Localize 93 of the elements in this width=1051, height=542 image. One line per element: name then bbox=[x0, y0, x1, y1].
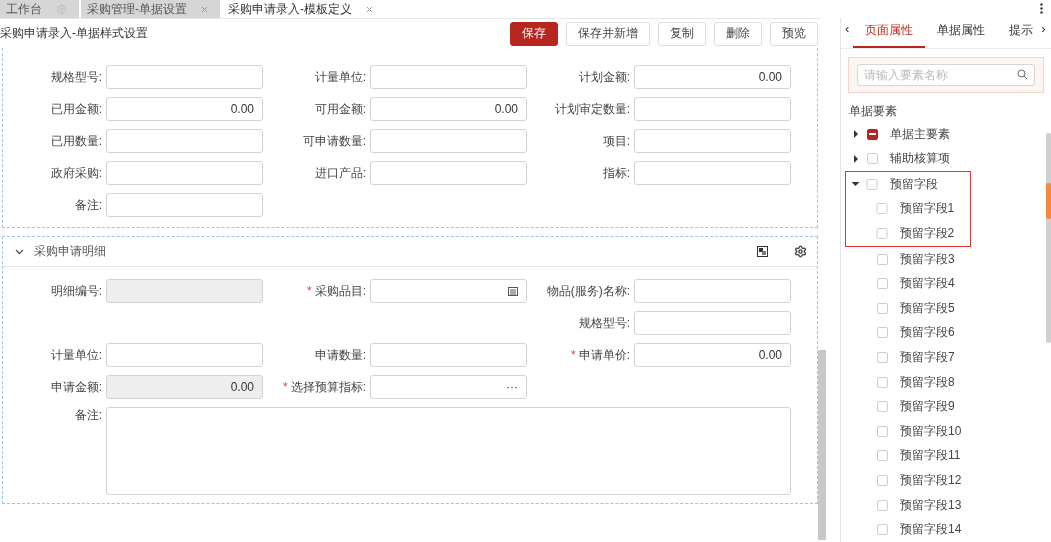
field-label: 已用数量: bbox=[49, 132, 102, 150]
caret-icon[interactable] bbox=[853, 130, 859, 139]
tree-item[interactable]: 预留字段6 bbox=[877, 320, 955, 346]
search-field[interactable]: 请输入要素名称 bbox=[857, 63, 1035, 86]
input-field[interactable] bbox=[106, 65, 263, 89]
tree-item[interactable]: 单据主要素 bbox=[853, 121, 950, 147]
tree-title: 单据要素 bbox=[849, 102, 898, 120]
field-label: 物品(服务)名称: bbox=[545, 282, 630, 300]
textarea-field[interactable] bbox=[106, 407, 791, 495]
input-field[interactable] bbox=[106, 161, 263, 185]
input-field[interactable] bbox=[634, 161, 791, 185]
toolbar-button[interactable]: 预览 bbox=[770, 21, 818, 46]
panel-tab[interactable]: 提示 bbox=[997, 21, 1034, 48]
tab[interactable]: 采购管理-单据设置 bbox=[81, 0, 222, 18]
field-label: 计划金额: bbox=[577, 68, 630, 86]
field-label: * 采购品目: bbox=[306, 282, 366, 300]
input-field[interactable] bbox=[106, 343, 263, 367]
checkbox[interactable] bbox=[867, 128, 878, 140]
panel-tab[interactable]: 页面属性 bbox=[853, 21, 926, 48]
input-field[interactable]: 0.00 bbox=[106, 97, 263, 121]
field-label: 进口产品: bbox=[313, 164, 366, 182]
tree-item[interactable]: 预留字段9 bbox=[877, 394, 955, 420]
input-field[interactable]: 0.00 bbox=[634, 65, 791, 89]
input-field[interactable] bbox=[370, 161, 527, 185]
field-label: 规格型号: bbox=[577, 314, 630, 332]
page-title: 采购申请录入-单据样式设置 bbox=[0, 25, 148, 42]
tree-item[interactable]: 预留字段12 bbox=[877, 468, 962, 493]
field-label: 计量单位: bbox=[49, 346, 102, 364]
tab[interactable]: 工作台 bbox=[0, 0, 81, 18]
input-field[interactable]: 0.00 bbox=[370, 97, 527, 121]
close-icon[interactable] bbox=[201, 5, 208, 13]
tree-item[interactable]: 预留字段10 bbox=[877, 419, 962, 444]
tree-item[interactable]: 预留字段 bbox=[852, 172, 938, 197]
tree-item[interactable]: 预留字段7 bbox=[877, 345, 955, 370]
input-field[interactable] bbox=[106, 129, 263, 153]
save-button[interactable]: 保存 bbox=[510, 21, 558, 46]
tree-item[interactable]: 预留字段2 bbox=[876, 221, 955, 246]
field-label: 明细编号: bbox=[49, 282, 102, 300]
field-label: 备注: bbox=[73, 196, 102, 214]
tree-item[interactable]: 预留字段11 bbox=[877, 443, 961, 469]
scroll-left-button[interactable]: ‹ bbox=[841, 20, 854, 48]
field-label: 指标: bbox=[601, 164, 630, 182]
tree-item[interactable]: 预留字段5 bbox=[877, 296, 955, 321]
field-label: 申请数量: bbox=[313, 346, 366, 364]
panel-tab[interactable]: 单据属性 bbox=[925, 21, 998, 48]
readonly-field[interactable]: 0.00 bbox=[106, 375, 263, 399]
input-field[interactable] bbox=[370, 65, 527, 89]
field-label: 计划审定数量: bbox=[553, 100, 630, 118]
chevron-icon[interactable] bbox=[15, 248, 24, 255]
tree-item[interactable]: 预留字段4 bbox=[877, 271, 955, 297]
input-field[interactable] bbox=[370, 129, 527, 153]
more-icon[interactable] bbox=[1040, 3, 1043, 14]
scroll-thumb[interactable] bbox=[1046, 183, 1051, 219]
tree-item[interactable]: 辅助核算项 bbox=[853, 146, 950, 172]
field-label: 可申请数量: bbox=[301, 132, 366, 150]
tree-item[interactable]: 预留字段1 bbox=[876, 196, 955, 222]
search-icon[interactable] bbox=[1017, 68, 1028, 80]
input-field[interactable]: 0.00 bbox=[634, 343, 791, 367]
field-label: 备注: bbox=[73, 407, 102, 424]
readonly-field[interactable] bbox=[106, 279, 263, 303]
field-label: 政府采购: bbox=[49, 164, 102, 182]
input-field[interactable]: ··· bbox=[370, 375, 527, 399]
input-field[interactable] bbox=[634, 279, 791, 303]
caret-icon[interactable] bbox=[851, 181, 860, 188]
scroll-right-button[interactable]: › bbox=[1037, 20, 1050, 48]
toolbar-button[interactable]: 删除 bbox=[714, 21, 762, 46]
field-label: 可用金额: bbox=[313, 100, 366, 118]
field-label: * 申请单价: bbox=[570, 346, 630, 364]
input-field[interactable] bbox=[634, 311, 791, 335]
settings-icon[interactable] bbox=[794, 245, 807, 258]
toolbar-button[interactable]: 复制 bbox=[658, 21, 706, 46]
field-label: 规格型号: bbox=[49, 68, 102, 86]
toolbar-button[interactable]: 保存并新增 bbox=[566, 21, 650, 46]
tree-item[interactable]: 预留字段13 bbox=[877, 492, 962, 518]
input-field[interactable] bbox=[370, 279, 527, 303]
input-field[interactable] bbox=[634, 129, 791, 153]
close-icon[interactable] bbox=[366, 5, 373, 13]
tree-item[interactable]: 预留字段14 bbox=[877, 517, 962, 542]
layout-icon[interactable] bbox=[757, 246, 768, 257]
field-label: 申请金额: bbox=[49, 378, 102, 396]
tree-item[interactable]: 预留字段8 bbox=[877, 369, 955, 395]
input-field[interactable] bbox=[634, 97, 791, 121]
scrollbar[interactable] bbox=[818, 350, 826, 540]
field-label: 计量单位: bbox=[313, 68, 366, 86]
tree-item[interactable]: 预留字段3 bbox=[877, 246, 955, 272]
section-title: 采购申请明细 bbox=[34, 243, 107, 260]
list-icon bbox=[508, 286, 518, 296]
field-label: 已用金额: bbox=[49, 100, 102, 118]
input-field[interactable] bbox=[370, 343, 527, 367]
field-label: * 选择预算指标: bbox=[282, 378, 366, 396]
input-field[interactable] bbox=[106, 193, 263, 217]
caret-icon[interactable] bbox=[853, 154, 859, 163]
field-label: 项目: bbox=[601, 132, 630, 150]
